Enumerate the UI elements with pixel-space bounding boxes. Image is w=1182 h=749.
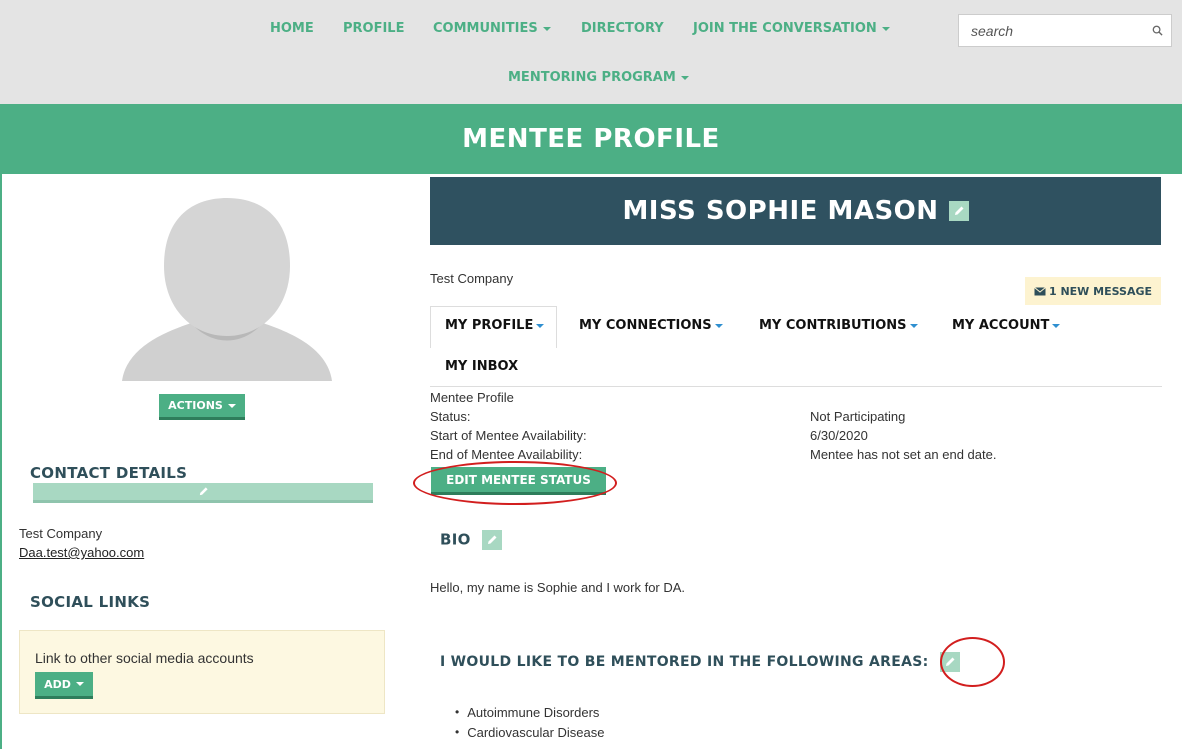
search-input[interactable] — [959, 15, 1144, 46]
chevron-down-icon — [75, 682, 84, 686]
nav-home[interactable]: HOME — [270, 21, 314, 36]
edit-name-button[interactable] — [948, 201, 969, 221]
contact-details-title: CONTACT DETAILS — [30, 464, 188, 482]
status-value: Not Participating — [810, 409, 906, 424]
edit-contact-details-button[interactable] — [33, 483, 373, 503]
pencil-icon — [954, 206, 964, 215]
bio-text: Hello, my name is Sophie and I work for … — [430, 580, 686, 595]
tab-my-profile[interactable]: MY PROFILE — [445, 318, 545, 333]
nav-profile[interactable]: PROFILE — [343, 21, 404, 36]
tab-my-inbox[interactable]: MY INBOX — [445, 359, 518, 374]
top-nav: HOME PROFILE COMMUNITIES DIRECTORY JOIN … — [0, 0, 1182, 104]
page-title: MENTEE PROFILE — [462, 124, 720, 154]
nav-directory[interactable]: DIRECTORY — [581, 21, 664, 36]
tab-my-account[interactable]: MY ACCOUNT — [952, 318, 1061, 333]
bio-title: BIO — [440, 530, 503, 550]
profile-name: MISS SOPHIE MASON — [622, 196, 939, 226]
chevron-down-icon — [714, 323, 723, 328]
chevron-down-icon — [536, 323, 545, 328]
chevron-down-icon — [680, 75, 689, 80]
mentee-profile-heading: Mentee Profile — [430, 390, 514, 405]
end-availability-value: Mentee has not set an end date. — [810, 447, 997, 462]
envelope-icon — [1034, 286, 1046, 295]
list-item: Cardiovascular Disease — [455, 722, 604, 742]
page-banner: MENTEE PROFILE — [0, 104, 1182, 174]
add-social-link-button[interactable]: ADD — [35, 672, 93, 699]
edit-mentee-status-button[interactable]: EDIT MENTEE STATUS — [431, 467, 606, 495]
nav-mentoring-program[interactable]: MENTORING PROGRAM — [508, 70, 689, 85]
contact-company: Test Company — [19, 526, 103, 541]
start-availability-label: Start of Mentee Availability: — [430, 428, 587, 443]
actions-button[interactable]: ACTIONS — [159, 394, 245, 420]
pencil-icon — [488, 535, 497, 544]
chevron-down-icon — [542, 26, 551, 31]
tabs-divider — [430, 386, 1162, 387]
social-links-title: SOCIAL LINKS — [30, 593, 151, 611]
mentoring-areas-list: Autoimmune Disorders Cardiovascular Dise… — [455, 702, 604, 742]
search-button[interactable] — [1143, 15, 1171, 46]
start-availability-value: 6/30/2020 — [810, 428, 868, 443]
pencil-icon — [945, 657, 955, 666]
tab-my-connections[interactable]: MY CONNECTIONS — [579, 318, 723, 333]
avatar-placeholder-icon — [122, 198, 332, 381]
end-availability-label: End of Mentee Availability: — [430, 447, 583, 462]
profile-name-header: MISS SOPHIE MASON — [430, 177, 1161, 245]
nav-communities[interactable]: COMMUNITIES — [433, 21, 551, 36]
tab-my-contributions[interactable]: MY CONTRIBUTIONS — [759, 318, 918, 333]
list-item: Autoimmune Disorders — [455, 702, 604, 722]
edit-bio-button[interactable] — [482, 530, 503, 550]
chevron-down-icon — [909, 323, 918, 328]
chevron-down-icon — [1052, 323, 1061, 328]
social-links-text: Link to other social media accounts — [35, 650, 254, 666]
status-label: Status: — [430, 409, 471, 424]
nav-join-conversation[interactable]: JOIN THE CONVERSATION — [693, 21, 890, 36]
chevron-down-icon — [881, 26, 890, 31]
profile-company: Test Company — [430, 271, 514, 286]
pencil-icon — [199, 487, 208, 496]
new-message-button[interactable]: 1 NEW MESSAGE — [1025, 277, 1161, 305]
search-box — [958, 14, 1172, 47]
contact-email-link[interactable]: Daa.test@yahoo.com — [19, 545, 144, 560]
chevron-down-icon — [227, 403, 236, 408]
edit-mentoring-areas-button[interactable] — [939, 652, 960, 672]
search-icon — [1152, 25, 1163, 36]
mentoring-areas-title: I WOULD LIKE TO BE MENTORED IN THE FOLLO… — [440, 652, 960, 672]
